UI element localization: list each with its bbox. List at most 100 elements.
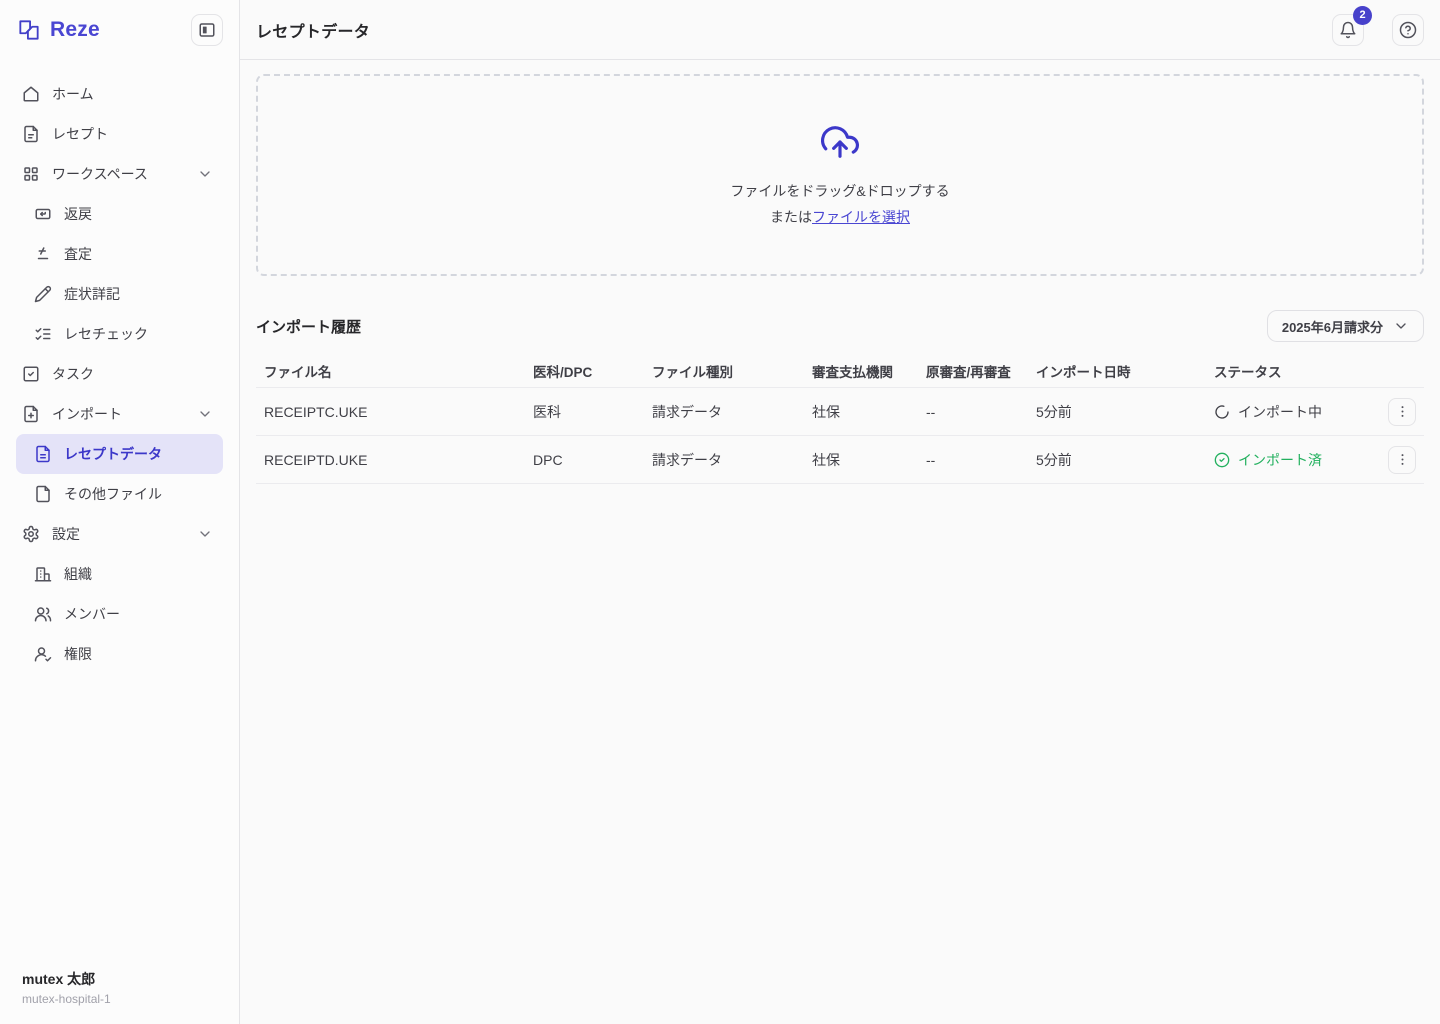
import-history-header: インポート履歴 2025年6月請求分 [256, 310, 1424, 342]
sidebar: Reze ホーム レセプト ワークスペース [0, 0, 240, 1024]
sidebar-item-label: 権限 [64, 644, 213, 664]
sidebar-item-task[interactable]: タスク [16, 354, 223, 394]
sidebar-item-home[interactable]: ホーム [16, 74, 223, 114]
check-square-icon [22, 365, 40, 383]
period-filter-value: 2025年6月請求分 [1282, 317, 1383, 336]
dropzone-or-line: またはファイルを選択 [770, 207, 910, 227]
sidebar-user[interactable]: mutex 太郎 mutex-hospital-1 [0, 955, 239, 1024]
chevron-down-icon [197, 526, 213, 542]
help-button[interactable] [1392, 14, 1424, 46]
cell-file-name: RECEIPTD.UKE [264, 452, 533, 468]
import-history-table: ファイル名 医科/DPC ファイル種別 審査支払機関 原審査/再審査 インポート… [256, 354, 1424, 484]
file-select-link[interactable]: ファイルを選択 [812, 209, 910, 225]
col-status: ステータス [1214, 361, 1374, 381]
import-history-title: インポート履歴 [256, 316, 361, 337]
sidebar-item-label: 症状詳記 [64, 284, 213, 304]
app-logo-text: Reze [50, 18, 100, 42]
page-title: レセプトデータ [256, 18, 370, 42]
sidebar-item-label: レセチェック [64, 324, 213, 344]
file-data-icon [34, 445, 52, 463]
user-check-icon [34, 645, 52, 663]
sidebar-item-settings[interactable]: 設定 [16, 514, 223, 554]
pencil-icon [34, 285, 52, 303]
sidebar-item-import[interactable]: インポート [16, 394, 223, 434]
sidebar-item-label: レセプト [52, 124, 213, 144]
sidebar-item-label: 査定 [64, 244, 213, 264]
sidebar-item-label: ワークスペース [52, 164, 185, 184]
sidebar-item-rece-check[interactable]: レセチェック [16, 314, 223, 354]
sidebar-item-label: その他ファイル [64, 484, 213, 504]
content: ファイルをドラッグ&ドロップする またはファイルを選択 インポート履歴 2025… [240, 60, 1440, 1024]
period-filter-dropdown[interactable]: 2025年6月請求分 [1267, 310, 1424, 342]
chevron-down-icon [197, 166, 213, 182]
cell-file-kind: 請求データ [652, 450, 812, 470]
users-icon [34, 605, 52, 623]
sidebar-item-organization[interactable]: 組織 [16, 554, 223, 594]
building-icon [34, 565, 52, 583]
cell-payer: 社保 [812, 450, 926, 470]
diff-icon [34, 245, 52, 263]
status-badge: インポート中 [1214, 402, 1374, 422]
dropzone-drag-text: ファイルをドラッグ&ドロップする [730, 181, 949, 201]
cell-dept: 医科 [533, 402, 652, 422]
file-text-icon [22, 125, 40, 143]
sidebar-item-label: インポート [52, 404, 185, 424]
reze-logo-icon [16, 17, 42, 43]
gear-icon [22, 525, 40, 543]
topbar-actions: 2 [1332, 14, 1424, 46]
status-text: インポート中 [1238, 402, 1322, 422]
home-icon [22, 85, 40, 103]
cell-payer: 社保 [812, 402, 926, 422]
cloud-upload-icon [821, 123, 859, 161]
chevron-down-icon [197, 406, 213, 422]
notification-badge: 2 [1353, 6, 1372, 25]
cell-file-name: RECEIPTC.UKE [264, 404, 533, 420]
sidebar-collapse-button[interactable] [191, 14, 223, 46]
col-imported-at: インポート日時 [1036, 361, 1214, 381]
cell-imported-at: 5分前 [1036, 402, 1214, 422]
sidebar-item-other-files[interactable]: その他ファイル [16, 474, 223, 514]
row-menu-button[interactable] [1388, 398, 1416, 426]
status-badge: インポート済 [1214, 450, 1374, 470]
file-plus-icon [22, 405, 40, 423]
sidebar-item-label: ホーム [52, 84, 213, 104]
file-icon [34, 485, 52, 503]
col-review: 原審査/再審査 [926, 361, 1036, 381]
spinner-icon [1214, 404, 1230, 420]
file-dropzone[interactable]: ファイルをドラッグ&ドロップする またはファイルを選択 [256, 74, 1424, 276]
sidebar-item-label: メンバー [64, 604, 213, 624]
sidebar-item-receipt[interactable]: レセプト [16, 114, 223, 154]
sidebar-item-label: タスク [52, 364, 213, 384]
sidebar-item-shojo-shoki[interactable]: 症状詳記 [16, 274, 223, 314]
sidebar-item-satei[interactable]: 査定 [16, 234, 223, 274]
list-checks-icon [34, 325, 52, 343]
chevron-down-icon [1393, 318, 1409, 334]
cell-review: -- [926, 404, 1036, 420]
sidebar-header: Reze [0, 0, 239, 60]
sidebar-item-workspace[interactable]: ワークスペース [16, 154, 223, 194]
cell-review: -- [926, 452, 1036, 468]
sidebar-item-receipt-data[interactable]: レセプトデータ [16, 434, 223, 474]
topbar: レセプトデータ 2 [240, 0, 1440, 60]
bell-icon [1339, 21, 1357, 39]
cell-dept: DPC [533, 452, 652, 468]
row-menu-button[interactable] [1388, 446, 1416, 474]
check-circle-icon [1214, 452, 1230, 468]
app-logo: Reze [16, 17, 100, 43]
return-icon [34, 205, 52, 223]
col-file-name: ファイル名 [264, 361, 533, 381]
sidebar-item-henrei[interactable]: 返戻 [16, 194, 223, 234]
table-row: RECEIPTC.UKE 医科 請求データ 社保 -- 5分前 インポート中 [256, 388, 1424, 436]
kebab-icon [1395, 404, 1410, 419]
sidebar-item-label: 組織 [64, 564, 213, 584]
kebab-icon [1395, 452, 1410, 467]
col-dept: 医科/DPC [533, 361, 652, 381]
sidebar-item-permissions[interactable]: 権限 [16, 634, 223, 674]
status-text: インポート済 [1238, 450, 1322, 470]
cell-file-kind: 請求データ [652, 402, 812, 422]
sidebar-item-members[interactable]: メンバー [16, 594, 223, 634]
col-payer: 審査支払機関 [812, 361, 926, 381]
table-row: RECEIPTD.UKE DPC 請求データ 社保 -- 5分前 インポート済 [256, 436, 1424, 484]
help-circle-icon [1399, 21, 1417, 39]
sidebar-item-label: 設定 [52, 524, 185, 544]
